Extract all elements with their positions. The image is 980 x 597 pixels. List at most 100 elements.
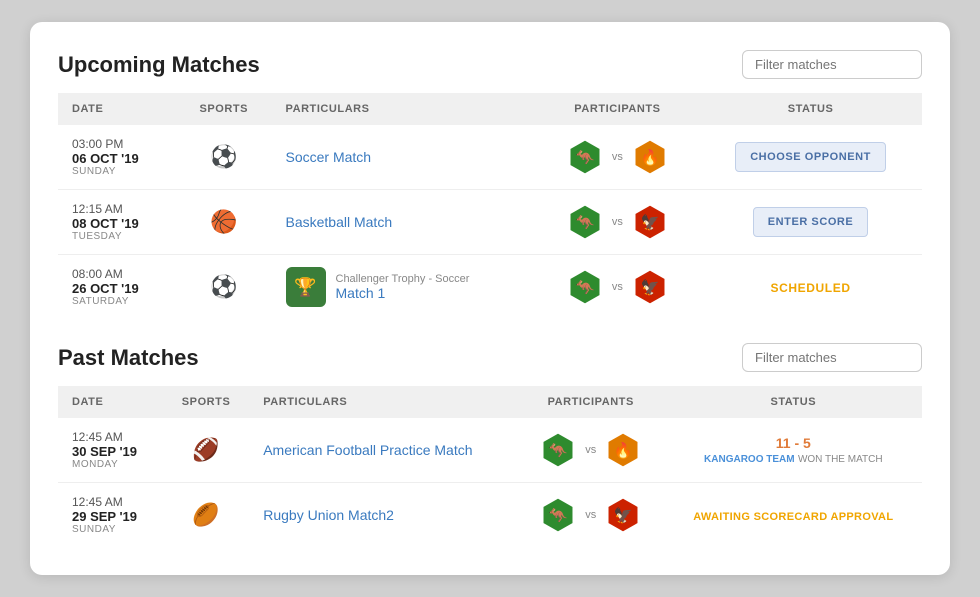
- enter-score-button[interactable]: ENTER SCORE: [753, 207, 869, 237]
- match-name[interactable]: Soccer Match: [286, 149, 372, 165]
- match-day: SUNDAY: [72, 166, 162, 177]
- svg-text:🔥: 🔥: [614, 442, 633, 460]
- main-card: Upcoming Matches DATE SPORTS PARTICULARS…: [30, 22, 950, 575]
- past-section: Past Matches DATE SPORTS PARTICULARS PAR…: [58, 343, 922, 547]
- sport-icon-cell: 🏈: [163, 418, 249, 483]
- sport-icon-cell: 🏀: [176, 190, 271, 255]
- svg-text:🦘: 🦘: [575, 280, 594, 297]
- particulars-text: Challenger Trophy - Soccer Match 1: [336, 273, 470, 301]
- svg-text:🦘: 🦘: [575, 150, 594, 167]
- status-cell: 11 - 5 KANGAROO TEAM WON THE MATCH: [665, 418, 922, 483]
- team1-avatar: 🦘: [566, 203, 604, 241]
- team2-avatar: 🦅: [631, 203, 669, 241]
- past-table: DATE SPORTS PARTICULARS PARTICIPANTS STA…: [58, 386, 922, 547]
- match-day: MONDAY: [72, 459, 149, 470]
- winner-team: KANGAROO TEAM: [704, 454, 795, 465]
- particulars-text: American Football Practice Match: [263, 442, 472, 458]
- sport-icon-cell: 🏉: [163, 483, 249, 548]
- table-row: 03:00 PM 06 OCT '19 SUNDAY ⚽ Soccer Matc…: [58, 125, 922, 190]
- match-name[interactable]: American Football Practice Match: [263, 442, 472, 458]
- date-cell: 12:45 AM 30 SEP '19 MONDAY: [58, 418, 163, 483]
- svg-text:🦅: 🦅: [614, 506, 633, 525]
- score-winner-status: 11 - 5 KANGAROO TEAM WON THE MATCH: [679, 435, 908, 465]
- match-time: 12:15 AM: [72, 202, 162, 216]
- match-time: 12:45 AM: [72, 430, 149, 444]
- participants-cell: 🦘 vs 🦅: [517, 483, 665, 548]
- team1-avatar: 🦘: [566, 138, 604, 176]
- col-date-upcoming: DATE: [58, 93, 176, 125]
- particulars-cell: 🏆 Challenger Trophy - Soccer Match 1: [272, 255, 536, 320]
- col-particulars-upcoming: PARTICULARS: [272, 93, 536, 125]
- table-row: 12:15 AM 08 OCT '19 TUESDAY 🏀 Basketball…: [58, 190, 922, 255]
- svg-text:🦅: 🦅: [640, 278, 659, 297]
- svg-text:🦘: 🦘: [549, 443, 568, 460]
- match-day: SUNDAY: [72, 524, 149, 535]
- col-participants-past: PARTICIPANTS: [517, 386, 665, 418]
- particulars-text: Basketball Match: [286, 214, 393, 230]
- team1-avatar: 🦘: [539, 496, 577, 534]
- svg-text:🦘: 🦘: [549, 508, 568, 525]
- vs-label: vs: [612, 281, 623, 293]
- team2-avatar: 🦅: [631, 268, 669, 306]
- status-cell: CHOOSE OPPONENT: [699, 125, 922, 190]
- status-cell: SCHEDULED: [699, 255, 922, 320]
- upcoming-filter-input[interactable]: [742, 50, 922, 79]
- vs-label: vs: [585, 509, 596, 521]
- table-row: 12:45 AM 30 SEP '19 MONDAY 🏈 American Fo…: [58, 418, 922, 483]
- match-date: 30 SEP '19: [72, 444, 149, 459]
- col-date-past: DATE: [58, 386, 163, 418]
- particulars-cell: Basketball Match: [272, 190, 536, 255]
- table-row: 12:45 AM 29 SEP '19 SUNDAY 🏉 Rugby Union…: [58, 483, 922, 548]
- match-date: 06 OCT '19: [72, 151, 162, 166]
- scheduled-status: SCHEDULED: [771, 281, 851, 295]
- upcoming-table: DATE SPORTS PARTICULARS PARTICIPANTS STA…: [58, 93, 922, 319]
- particulars-cell: Rugby Union Match2: [249, 483, 517, 548]
- particulars-text: Rugby Union Match2: [263, 507, 394, 523]
- team2-avatar: 🦅: [604, 496, 642, 534]
- participants-cell: 🦘 vs 🦅: [536, 190, 699, 255]
- match-day: SATURDAY: [72, 296, 162, 307]
- vs-label: vs: [612, 151, 623, 163]
- team2-avatar: 🔥: [631, 138, 669, 176]
- participants-cell: 🦘 vs 🔥: [536, 125, 699, 190]
- tournament-badge: 🏆: [286, 267, 326, 307]
- svg-text:🦘: 🦘: [575, 215, 594, 232]
- match-score: 11 - 5: [679, 435, 908, 451]
- team1-avatar: 🦘: [566, 268, 604, 306]
- col-particulars-past: PARTICULARS: [249, 386, 517, 418]
- participants-cell: 🦘 vs 🔥: [517, 418, 665, 483]
- particulars-text: Soccer Match: [286, 149, 372, 165]
- past-title: Past Matches: [58, 345, 199, 371]
- particulars-cell: American Football Practice Match: [249, 418, 517, 483]
- date-cell: 08:00 AM 26 OCT '19 SATURDAY: [58, 255, 176, 320]
- match-name[interactable]: Match 1: [336, 285, 470, 301]
- svg-text:🦅: 🦅: [640, 213, 659, 232]
- past-table-header-row: DATE SPORTS PARTICULARS PARTICIPANTS STA…: [58, 386, 922, 418]
- status-cell: ENTER SCORE: [699, 190, 922, 255]
- team1-avatar: 🦘: [539, 431, 577, 469]
- won-label: WON THE MATCH: [798, 454, 883, 465]
- sport-icon-cell: ⚽: [176, 255, 271, 320]
- col-sports-past: SPORTS: [163, 386, 249, 418]
- upcoming-header: Upcoming Matches: [58, 50, 922, 79]
- particulars-cell: Soccer Match: [272, 125, 536, 190]
- past-filter-input[interactable]: [742, 343, 922, 372]
- col-participants-upcoming: PARTICIPANTS: [536, 93, 699, 125]
- choose-opponent-button[interactable]: CHOOSE OPPONENT: [735, 142, 886, 172]
- participants-cell: 🦘 vs 🦅: [536, 255, 699, 320]
- svg-text:🔥: 🔥: [640, 149, 659, 167]
- match-name[interactable]: Basketball Match: [286, 214, 393, 230]
- match-time: 03:00 PM: [72, 137, 162, 151]
- upcoming-table-header-row: DATE SPORTS PARTICULARS PARTICIPANTS STA…: [58, 93, 922, 125]
- col-status-past: STATUS: [665, 386, 922, 418]
- vs-label: vs: [612, 216, 623, 228]
- tournament-name: Challenger Trophy - Soccer: [336, 273, 470, 285]
- col-status-upcoming: STATUS: [699, 93, 922, 125]
- sport-icon-cell: ⚽: [176, 125, 271, 190]
- past-header: Past Matches: [58, 343, 922, 372]
- match-day: TUESDAY: [72, 231, 162, 242]
- vs-label: vs: [585, 444, 596, 456]
- match-name[interactable]: Rugby Union Match2: [263, 507, 394, 523]
- date-cell: 12:45 AM 29 SEP '19 SUNDAY: [58, 483, 163, 548]
- match-date: 26 OCT '19: [72, 281, 162, 296]
